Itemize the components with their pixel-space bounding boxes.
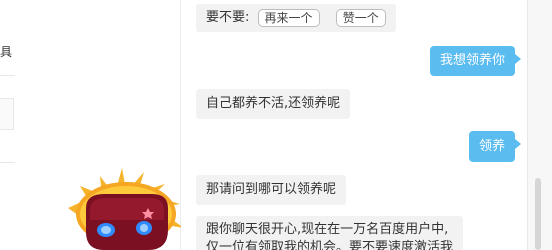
like-button[interactable]: 赞一个 [335,8,386,27]
bot-message-line: 跟你聊天很开心,现在在一万名百度用户中, [206,222,449,237]
user-message-text: 领养 [479,139,506,154]
robot-mascot-icon[interactable] [60,168,185,250]
scrollbar-thumb[interactable] [535,178,541,250]
left-input-field[interactable] [0,98,14,130]
bot-message: 要不要: 再来一个 赞一个 [196,4,396,32]
chat-scrollbar[interactable] [527,0,552,250]
bot-prompt-text: 要不要: [206,10,250,25]
user-message: 我想领养你 [430,46,522,76]
left-panel-label: 具 [0,45,14,59]
bot-message-line: 仅一位有领取我的机会。要不要速度激活我 [206,240,454,250]
user-message: 领养 [469,131,522,162]
bot-message-text: 自己都养不活,还领养呢 [206,96,341,111]
bot-message: 跟你聊天很开心,现在在一万名百度用户中, 仅一位有领取我的机会。要不要速度激活我 [196,216,464,250]
again-button[interactable]: 再来一个 [257,8,320,27]
bot-message: 自己都养不活,还领养呢 [196,89,351,119]
left-divider-top [0,75,15,76]
left-top-area [0,0,180,30]
chat-area: 要不要: 再来一个 赞一个 我想领养你 自己都养不活,还领养呢 领养 那请问到哪… [181,0,527,250]
bot-message: 那请问到哪可以领养呢 [196,175,347,205]
bot-message-text: 那请问到哪可以领养呢 [206,182,337,197]
left-divider-bottom [0,162,15,163]
user-message-text: 我想领养你 [440,53,506,68]
scrollbar-track [527,0,528,250]
